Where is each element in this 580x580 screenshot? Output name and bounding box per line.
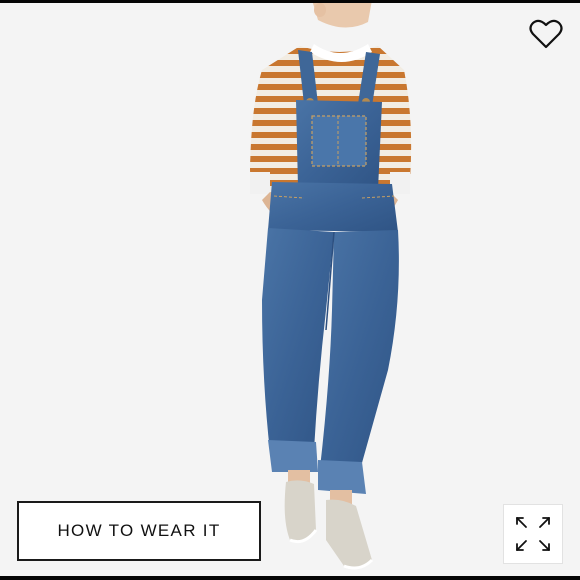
- expand-arrows-icon: [516, 517, 550, 551]
- how-to-wear-it-button[interactable]: HOW TO WEAR IT: [17, 501, 261, 561]
- product-photo: [0, 0, 580, 580]
- favorite-button[interactable]: [526, 14, 566, 54]
- heart-outline-icon: [529, 19, 563, 49]
- how-to-wear-it-label: HOW TO WEAR IT: [57, 521, 221, 540]
- expand-image-button[interactable]: [503, 504, 563, 564]
- product-image-viewer: HOW TO WEAR IT: [0, 0, 580, 580]
- top-edge-bar: [0, 0, 580, 3]
- bottom-edge-bar: [0, 576, 580, 580]
